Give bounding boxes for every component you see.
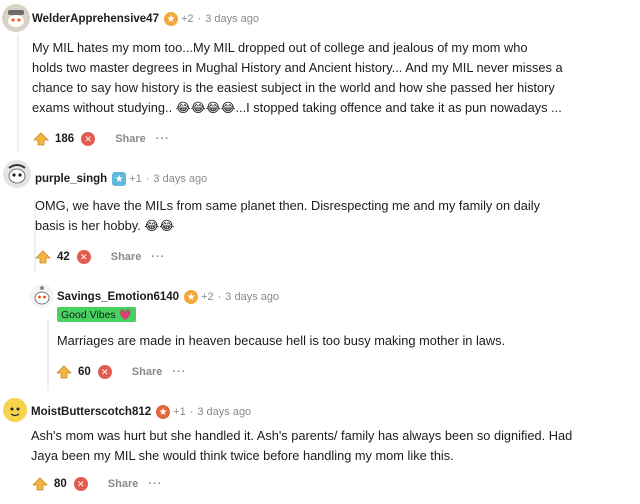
timestamp[interactable]: 3 days ago [205,13,259,25]
snoo-avatar-icon [3,160,31,188]
award-icon[interactable]: ★ [112,172,127,186]
comment-line: Ash's mom was hurt but she handled it. A… [31,428,573,443]
comment-line: OMG, we have the MILs from same planet t… [35,198,540,213]
upvote-icon[interactable] [33,132,49,146]
username[interactable]: Savings_Emotion6140 [57,291,179,303]
award-count: +2 [180,13,194,25]
award-count: +1 [173,406,186,418]
avatar[interactable] [2,4,30,32]
timestamp[interactable]: 3 days ago [225,291,279,303]
comment-body: Marriages are made in heaven because hel… [57,331,632,351]
vote-score: 42 [57,251,70,263]
downvote-icon[interactable]: ✕ [76,250,91,264]
award-count: +2 [201,291,214,303]
share-button[interactable]: Share [132,366,163,378]
comment-body: My MIL hates my mom too...My MIL dropped… [32,38,636,118]
downvote-icon[interactable]: ✕ [81,132,96,146]
vote-score: 80 [54,478,67,490]
upvote-icon[interactable] [35,250,51,264]
avatar[interactable] [3,398,27,422]
comment-line: holds two master degrees in Mughal Histo… [32,60,563,75]
upvote-icon[interactable] [56,365,72,379]
timestamp[interactable]: 3 days ago [197,406,251,418]
comment-line: Jaya been my MIL she would think twice b… [31,448,454,463]
separator: · [217,291,222,303]
comment-body: Ash's mom was hurt but she handled it. A… [31,426,635,466]
award-icon[interactable]: ★ [163,12,178,26]
vote-score: 186 [55,133,75,145]
avatar[interactable] [3,160,31,188]
separator: · [145,173,150,185]
separator: · [189,406,194,418]
award-icon[interactable]: ★ [184,290,199,304]
snoo-avatar-icon [2,4,30,32]
share-button[interactable]: Share [111,251,142,263]
separator: · [197,13,202,25]
more-options-button[interactable]: ··· [151,251,165,263]
username[interactable]: WelderApprehensive47 [32,13,159,25]
comment-line: basis is her hobby. 😂😂 [35,218,175,233]
snoo-avatar-icon [30,284,54,308]
comment-body: OMG, we have the MILs from same planet t… [35,196,635,236]
share-button[interactable]: Share [108,478,139,490]
award-icon[interactable]: ★ [156,405,171,419]
comment-line: My MIL hates my mom too...My MIL dropped… [32,40,528,55]
thread-line [47,318,49,390]
more-options-button[interactable]: ··· [148,478,162,490]
timestamp[interactable]: 3 days ago [153,173,207,185]
comment-line: Marriages are made in heaven because hel… [57,333,506,348]
share-button[interactable]: Share [115,133,146,145]
user-flair: Good Vibes 💗 [57,307,136,322]
vote-score: 60 [78,366,91,378]
award-count: +1 [129,173,142,185]
thread-line [17,34,19,152]
comment-line: chance to say how history is the easiest… [32,80,555,95]
username[interactable]: purple_singh [35,173,107,185]
username[interactable]: MoistButterscotch812 [31,406,151,418]
snoo-avatar-icon [3,398,27,422]
downvote-icon[interactable]: ✕ [73,477,88,491]
avatar[interactable] [30,284,54,308]
downvote-icon[interactable]: ✕ [97,365,112,379]
more-options-button[interactable]: ··· [172,366,186,378]
comment-line: exams without studying.. 😂😂😂😂...I stoppe… [32,100,562,115]
more-options-button[interactable]: ··· [156,133,170,145]
upvote-icon[interactable] [32,477,48,491]
